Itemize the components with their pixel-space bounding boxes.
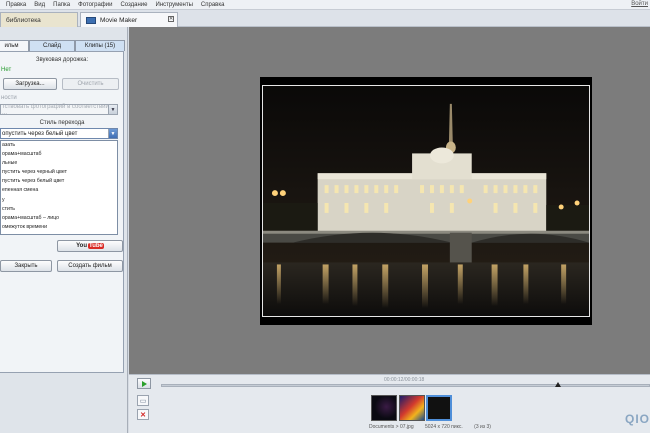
list-item[interactable]: омежуток времени [1, 223, 117, 232]
tab-movie-maker-label: Movie Maker [100, 16, 138, 24]
list-item[interactable]: азать [1, 141, 117, 150]
menu-folder[interactable]: Папка [53, 2, 70, 8]
youtube-logo: You Tube [76, 243, 104, 249]
load-button[interactable]: Загрузка... [3, 78, 57, 90]
timecode: 00:00:12/00:00:18 [384, 377, 425, 383]
menu-help[interactable]: Справка [201, 2, 225, 8]
status-file: Documents > 07.jpg [369, 424, 414, 430]
durations-label: ности [1, 95, 17, 101]
chevron-down-icon[interactable]: ▼ [108, 129, 117, 138]
status-size: 5024 x 720 пикс. [425, 424, 463, 430]
clear-button[interactable]: Очистить [62, 78, 119, 90]
create-movie-button[interactable]: Создать фильм [57, 260, 123, 272]
delete-icon[interactable]: ✕ [137, 409, 149, 420]
tab-clips[interactable]: Клипы (15) [75, 40, 125, 51]
preview-area [129, 27, 650, 374]
list-item[interactable]: пустить через белый цвет [1, 177, 117, 186]
tab-slide[interactable]: Слайд [29, 40, 75, 51]
menu-view[interactable]: Вид [34, 2, 45, 8]
thumbnail[interactable] [399, 395, 425, 421]
menu-edit[interactable]: Правка [6, 2, 26, 8]
seek-track[interactable] [161, 384, 650, 387]
tab-library[interactable]: библиотека [0, 12, 78, 27]
left-panel: ильм Слайд Клипы (15) Звуковая дорожка: … [0, 27, 128, 433]
seek-thumb[interactable] [555, 382, 561, 387]
thumbnail[interactable] [371, 395, 397, 421]
tab-film[interactable]: ильм [0, 40, 29, 51]
sub-tabs: ильм Слайд Клипы (15) [0, 40, 125, 51]
audio-track-value: Нет [1, 67, 12, 73]
transition-dropdown-list: азать орама+масштаб льные пустить через … [0, 140, 118, 235]
tab-library-label: библиотека [6, 16, 41, 24]
app-tabs-bar: библиотека Movie Maker ✕ [0, 10, 650, 27]
status-bar: Documents > 07.jpg 5024 x 720 пикс. (3 и… [369, 424, 501, 430]
play-button[interactable] [137, 378, 151, 389]
list-item[interactable]: орама+масштаб – лицо [1, 214, 117, 223]
list-item[interactable]: орама+масштаб [1, 150, 117, 159]
youtube-button[interactable]: You Tube [57, 240, 123, 252]
transition-style-value: опустить через белый цвет [2, 130, 78, 137]
chevron-down-icon: ▼ [108, 105, 117, 114]
fit-photos-value: тствовать фотографий в соответствии с ..… [2, 103, 114, 116]
tab-movie-maker[interactable]: Movie Maker ✕ [80, 12, 178, 27]
play-icon [141, 380, 147, 387]
list-item[interactable]: стить [1, 205, 117, 214]
transition-style-select[interactable]: опустить через белый цвет ▼ [0, 128, 118, 139]
menu-bar: Правка Вид Папка Фотографии Создание Инс… [0, 0, 650, 10]
timeline-bar: 00:00:12/00:00:18 ▭ ✕ Documents > 07.jpg… [129, 374, 650, 433]
fit-photos-select[interactable]: тствовать фотографий в соответствии с ..… [0, 103, 118, 116]
list-item[interactable]: епенная смена [1, 186, 117, 195]
thumbnail-selected[interactable] [426, 395, 452, 421]
movie-maker-icon [86, 16, 96, 24]
list-item[interactable]: пустить через черный цвет [1, 168, 117, 177]
menu-create[interactable]: Создание [120, 2, 147, 8]
transition-style-label: Стиль перехода [39, 120, 85, 126]
comment-icon[interactable]: ▭ [137, 395, 149, 406]
list-item[interactable]: у [1, 196, 117, 205]
status-count: (3 из 3) [474, 424, 491, 430]
slide-frame [260, 77, 592, 325]
login-link[interactable]: Войти [631, 1, 648, 7]
film-settings-panel: Звуковая дорожка: Нет Загрузка... Очисти… [0, 51, 124, 373]
preview-photo [262, 85, 590, 317]
list-item[interactable]: льные [1, 159, 117, 168]
brand-logo: QIO [624, 412, 650, 426]
close-button[interactable]: Закрыть [0, 260, 52, 272]
audio-track-label: Звуковая дорожка: [35, 57, 89, 63]
close-icon[interactable]: ✕ [168, 16, 174, 22]
menu-tools[interactable]: Инструменты [156, 2, 193, 8]
menu-photos[interactable]: Фотографии [78, 2, 112, 8]
